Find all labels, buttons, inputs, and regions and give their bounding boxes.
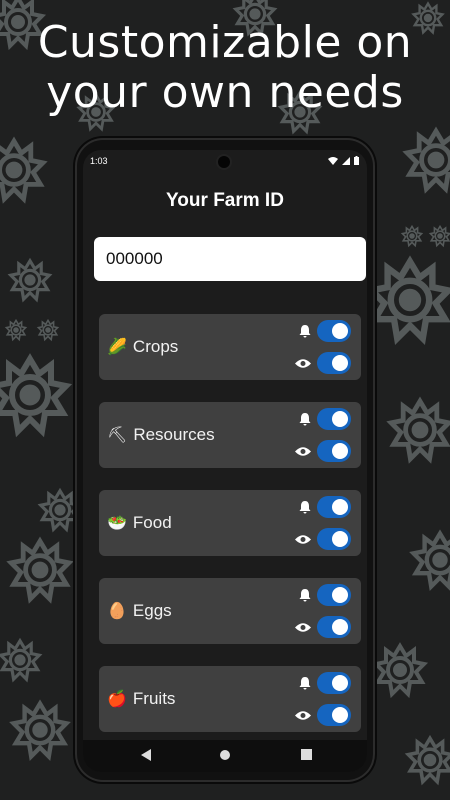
bell-icon xyxy=(299,500,311,513)
navigation-bar xyxy=(83,740,367,772)
category-name: Eggs xyxy=(132,601,172,620)
visible-toggle[interactable] xyxy=(317,352,351,374)
toggle-knob xyxy=(332,531,348,547)
promo-headline-line1: Customizable on xyxy=(37,17,413,68)
egg-icon: 🥚 xyxy=(107,603,127,620)
phone-screen: 1:03 Your Farm ID 000000 🌽 Crops ⛏ Resou… xyxy=(83,150,367,772)
eye-icon xyxy=(295,358,311,368)
toggle-knob xyxy=(332,411,348,427)
promo-headline-line2: your own needs xyxy=(46,67,404,118)
notify-row xyxy=(299,408,351,430)
notify-toggle[interactable] xyxy=(317,584,351,606)
signal-icon xyxy=(342,156,350,165)
apple-icon: 🍎 xyxy=(107,691,127,708)
notify-row xyxy=(299,672,351,694)
toggle-knob xyxy=(332,675,348,691)
bell-icon xyxy=(299,324,311,337)
visible-toggle[interactable] xyxy=(317,440,351,462)
bell-icon xyxy=(299,588,311,601)
notify-toggle[interactable] xyxy=(317,320,351,342)
eye-icon xyxy=(295,710,311,720)
phone-frame: 1:03 Your Farm ID 000000 🌽 Crops ⛏ Resou… xyxy=(77,140,373,780)
toggle-knob xyxy=(332,619,348,635)
wifi-icon xyxy=(328,156,338,165)
toggle-knob xyxy=(332,587,348,603)
toggle-knob xyxy=(332,443,348,459)
visible-row xyxy=(295,440,351,462)
battery-icon xyxy=(354,156,359,165)
status-icons xyxy=(328,156,359,165)
visible-row xyxy=(295,352,351,374)
visible-row xyxy=(295,528,351,550)
status-time: 1:03 xyxy=(90,156,108,166)
toggle-knob xyxy=(332,499,348,515)
home-icon[interactable] xyxy=(219,749,231,761)
bell-icon xyxy=(299,676,311,689)
eye-icon xyxy=(295,622,311,632)
category-label: 🍎 Fruits xyxy=(107,666,175,732)
category-name: Fruits xyxy=(132,689,176,708)
category-label: 🥚 Eggs xyxy=(107,578,172,644)
category-card-food: 🥗 Food xyxy=(99,490,361,556)
notify-toggle[interactable] xyxy=(317,672,351,694)
category-name: Crops xyxy=(132,337,179,356)
category-card-fruits: 🍎 Fruits xyxy=(99,666,361,732)
category-name: Resources xyxy=(133,425,215,444)
promo-headline: Customizable on your own needs xyxy=(0,18,450,118)
toggle-knob xyxy=(332,323,348,339)
visible-toggle[interactable] xyxy=(317,616,351,638)
status-bar: 1:03 xyxy=(83,150,367,172)
page-title: Your Farm ID xyxy=(166,190,284,211)
farm-id-input[interactable]: 000000 xyxy=(94,237,366,281)
visible-row xyxy=(295,704,351,726)
back-icon[interactable] xyxy=(141,749,151,761)
notify-row xyxy=(299,584,351,606)
notify-row xyxy=(299,496,351,518)
salad-icon: 🥗 xyxy=(107,515,127,532)
eye-icon xyxy=(295,446,311,456)
category-card-eggs: 🥚 Eggs xyxy=(99,578,361,644)
notify-toggle[interactable] xyxy=(317,496,351,518)
category-name: Food xyxy=(132,513,172,532)
farm-id-value: 000000 xyxy=(106,249,163,268)
toggle-knob xyxy=(332,355,348,371)
category-label: 🌽 Crops xyxy=(107,314,178,380)
bell-icon xyxy=(299,412,311,425)
recents-icon[interactable] xyxy=(301,749,312,760)
corn-icon: 🌽 xyxy=(107,339,127,356)
pickaxe-icon: ⛏ xyxy=(107,427,128,444)
front-camera xyxy=(218,156,230,168)
category-card-resources: ⛏ Resources xyxy=(99,402,361,468)
visible-toggle[interactable] xyxy=(317,528,351,550)
eye-icon xyxy=(295,534,311,544)
category-label: 🥗 Food xyxy=(107,490,172,556)
visible-toggle[interactable] xyxy=(317,704,351,726)
toggle-knob xyxy=(332,707,348,723)
notify-row xyxy=(299,320,351,342)
visible-row xyxy=(295,616,351,638)
notify-toggle[interactable] xyxy=(317,408,351,430)
category-label: ⛏ Resources xyxy=(107,402,215,468)
category-card-crops: 🌽 Crops xyxy=(99,314,361,380)
